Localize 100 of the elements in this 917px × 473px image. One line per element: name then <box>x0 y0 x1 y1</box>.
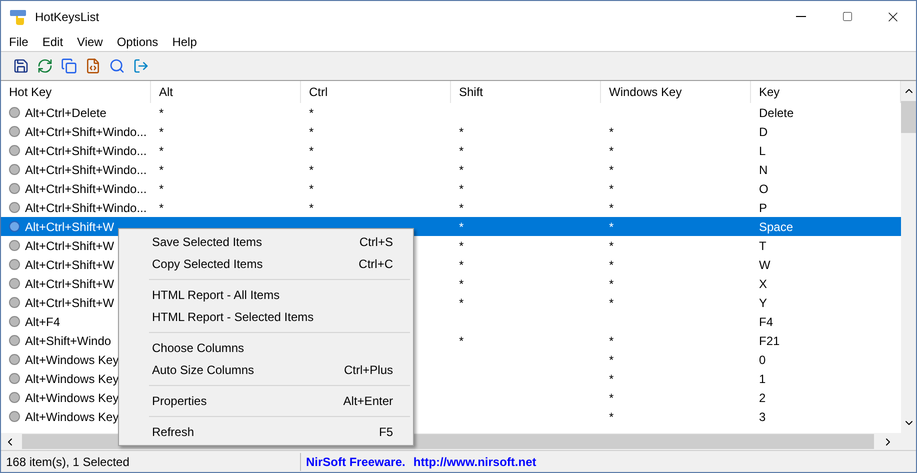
table-cell-text: F21 <box>759 332 780 350</box>
table-cell-text: * <box>159 200 164 216</box>
table-cell-text: Alt+Windows Key <box>25 408 119 426</box>
minimize-icon <box>796 16 806 17</box>
table-cell-text: * <box>609 200 614 216</box>
status-dot-icon <box>9 354 20 365</box>
table-cell-text: Alt+Ctrl+Shift+Windo... <box>25 180 147 198</box>
table-cell-text: Alt+Ctrl+Shift+Windo... <box>25 124 147 140</box>
table-cell-text: Alt+Shift+Windo <box>25 332 112 350</box>
table-cell-text: * <box>159 180 164 198</box>
menu-item[interactable]: Help <box>165 32 204 50</box>
menu-item-label: Refresh <box>152 424 194 441</box>
table-cell-text: * <box>309 124 314 140</box>
table-cell-text: Alt+Windows Key <box>25 390 119 406</box>
status-dot-icon <box>9 183 20 194</box>
status-dot-icon <box>9 164 20 175</box>
table-cell-text: * <box>159 162 164 178</box>
table-cell-text: * <box>159 142 164 160</box>
table-cell-text: * <box>459 162 464 178</box>
table-cell-text: * <box>159 124 164 140</box>
table-cell-text: Y <box>759 294 768 312</box>
status-dot-icon <box>9 335 20 346</box>
table-cell-text: Alt+Ctrl+Shift+Windo... <box>25 200 147 216</box>
context-menu-item[interactable]: Copy Selected Items Ctrl+C <box>119 253 413 275</box>
status-dot-icon <box>9 107 20 118</box>
table-cell-text: * <box>609 352 614 368</box>
table-cell-text: 1 <box>759 370 766 388</box>
table-cell-text: * <box>609 408 614 426</box>
table-cell-text: Alt+Ctrl+Shift+W <box>25 218 114 236</box>
credit-text: NirSoft Freeware. <box>306 454 406 470</box>
status-dot-icon <box>9 392 20 403</box>
table-cell-text: * <box>309 200 314 216</box>
menu-item[interactable]: File <box>2 32 36 50</box>
shortcut-text: Ctrl+S <box>359 234 393 251</box>
website-link[interactable]: http://www.nirsoft.net <box>413 452 536 470</box>
shortcut-text: Alt+Enter <box>343 393 393 410</box>
window-title: HotKeysList <box>35 8 100 26</box>
menu-item-label: Copy Selected Items <box>152 256 263 273</box>
table-cell-text: Delete <box>759 104 794 122</box>
table-cell-text: N <box>759 162 768 178</box>
table-cell-text: * <box>459 294 464 312</box>
status-dot-icon <box>9 259 20 270</box>
table-cell-text: * <box>459 256 464 274</box>
table-cell-text: * <box>609 390 614 406</box>
table-cell-text: * <box>609 142 614 160</box>
table-cell-text: * <box>609 332 614 350</box>
table-cell-text: Alt+Ctrl+Shift+W <box>25 276 114 292</box>
table-cell-text: * <box>609 218 614 236</box>
table-cell-text: * <box>309 142 314 160</box>
table-cell-text: Alt+Ctrl+Shift+W <box>25 294 114 312</box>
menu-item[interactable]: View <box>70 32 110 50</box>
shortcut-text: F5 <box>378 424 393 441</box>
menu-item-label: Save Selected Items <box>152 234 262 251</box>
table-cell-text: 2 <box>759 390 766 406</box>
vertical-scrollbar[interactable] <box>901 81 916 433</box>
table-cell-text: W <box>759 256 770 274</box>
table-cell-text: X <box>759 276 768 292</box>
table-cell-text: * <box>609 256 614 274</box>
table-cell-text: O <box>759 180 768 198</box>
shortcut-text: Ctrl+C <box>358 256 393 273</box>
table-cell-text: * <box>609 238 614 254</box>
status-dot-icon <box>9 373 20 384</box>
menu-item[interactable]: Options <box>110 32 166 50</box>
table-cell-text: * <box>609 124 614 140</box>
status-dot-icon <box>9 297 20 308</box>
table-cell-text: * <box>459 218 464 236</box>
table-cell-text: Alt+F4 <box>25 314 60 330</box>
status-dot-icon <box>9 221 20 232</box>
table-cell-text: Alt+Ctrl+Shift+W <box>25 238 114 254</box>
table-cell-text: D <box>759 124 768 140</box>
table-cell-text: * <box>609 294 614 312</box>
status-dot-icon <box>9 278 20 289</box>
table-cell-text: * <box>459 124 464 140</box>
menu-item-label: HTML Report - Selected Items <box>152 309 314 326</box>
table-cell-text: Alt+Windows Key <box>25 352 119 368</box>
status-dot-icon <box>9 126 20 137</box>
table-cell-text: * <box>459 200 464 216</box>
menu-item[interactable]: Edit <box>35 32 70 50</box>
table-cell-text: P <box>759 200 768 216</box>
table-cell-text: * <box>459 180 464 198</box>
table-cell-text: Alt+Ctrl+Shift+W <box>25 256 114 274</box>
table-cell-text: * <box>459 332 464 350</box>
table-cell-text: T <box>759 238 766 254</box>
table-cell-text: Alt+Windows Key <box>25 370 119 388</box>
table-cell-text: * <box>309 180 314 198</box>
table-cell-text: * <box>609 276 614 292</box>
status-dot-icon <box>9 411 20 422</box>
table-cell-text: * <box>459 238 464 254</box>
item-count: 168 item(s), 1 Selected <box>1 452 301 470</box>
status-dot-icon <box>9 240 20 251</box>
status-dot-icon <box>9 145 20 156</box>
table-cell-text: Alt+Ctrl+Shift+Windo... <box>25 142 147 160</box>
table-cell-text: * <box>309 104 314 122</box>
table-cell-text: L <box>759 142 766 160</box>
table-cell-text: * <box>609 180 614 198</box>
table-cell-text: * <box>459 276 464 292</box>
table-cell-text: * <box>609 370 614 388</box>
copy-icon[interactable] <box>59 56 78 76</box>
table-cell-text: * <box>159 104 164 122</box>
scroll-thumb[interactable] <box>901 101 916 133</box>
